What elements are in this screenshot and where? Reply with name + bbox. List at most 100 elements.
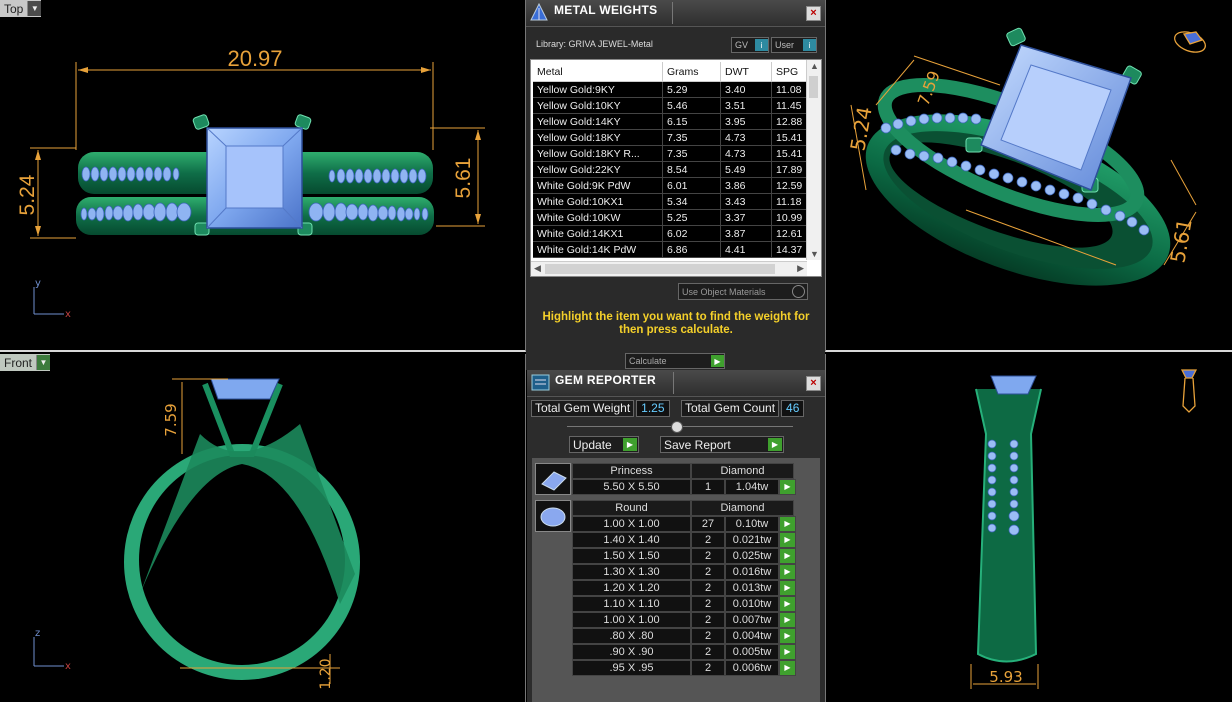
gem-size-row[interactable]: 1.30 X 1.30 2 0.016tw ▶ [572,564,796,580]
metal-row[interactable]: Yellow Gold:22KY 8.54 5.49 17.89 [533,161,817,178]
scroll-up-icon[interactable]: ▲ [810,61,819,71]
metal-row[interactable]: White Gold:9K PdW 6.01 3.86 12.59 [533,177,817,194]
metal-dwt: 4.41 [720,241,772,258]
table-header-row: Metal Grams DWT SPG [533,62,817,82]
gem-size-row[interactable]: 1.20 X 1.20 2 0.013tw ▶ [572,580,796,596]
perspective-view-drawing: 7.59 5.24 5.61 [845,27,1206,286]
metal-row[interactable]: Yellow Gold:10KY 5.46 3.51 11.45 [533,97,817,114]
viewport-perspective[interactable]: 7.59 5.24 5.61 [825,0,1232,352]
gem-weight: 1.04tw [725,479,779,495]
gem-count: 2 [691,660,725,676]
metal-table[interactable]: Metal Grams DWT SPG Yellow Gold:9KY 5.29 3… [530,59,822,277]
select-gem-icon[interactable]: ▶ [779,479,796,495]
gem-size-row[interactable]: 1.00 X 1.00 27 0.10tw ▶ [572,516,796,532]
gem-size-row[interactable]: 1.00 X 1.00 2 0.007tw ▶ [572,612,796,628]
column-header-dwt[interactable]: DWT [720,62,772,82]
select-gem-icon[interactable]: ▶ [779,580,796,596]
viewport-front[interactable]: 7.59 1.20 z x Front ▼ [0,354,526,702]
gv-select[interactable]: GV i [731,37,769,53]
viewport-top[interactable]: 20.97 5.24 5.61 y x Top ▼ [0,0,526,352]
vertical-scrollbar[interactable]: ▲ ▼ [806,60,821,260]
gem-reporter-titlebar[interactable]: GEM REPORTER × [527,370,825,397]
scroll-right-icon[interactable]: ▶ [797,263,804,274]
chevron-down-icon[interactable]: ▼ [27,1,42,16]
gem-size: 1.00 X 1.00 [572,612,691,628]
update-button[interactable]: Update ▶ [569,436,639,453]
metal-dwt: 3.43 [720,193,772,210]
metal-row[interactable]: White Gold:10KW 5.25 3.37 10.99 [533,209,817,226]
princess-gem-thumbnail[interactable] [535,463,571,495]
scroll-left-icon[interactable]: ◀ [534,263,541,274]
viewport-label-top[interactable]: Top ▼ [0,0,42,17]
scroll-thumb[interactable] [545,264,775,274]
gem-weight: 0.021tw [725,532,779,548]
use-object-materials-toggle[interactable]: Use Object Materials [678,283,808,300]
metal-weights-title: METAL WEIGHTS [554,3,658,17]
metal-row[interactable]: Yellow Gold:14KY 6.15 3.95 12.88 [533,113,817,130]
scroll-thumb[interactable] [809,76,818,98]
column-header-grams[interactable]: Grams [662,62,721,82]
save-report-label: Save Report [664,437,731,452]
select-gem-icon[interactable]: ▶ [779,628,796,644]
metal-weights-titlebar[interactable]: METAL WEIGHTS × [526,0,825,27]
gem-size-row[interactable]: .90 X .90 2 0.005tw ▶ [572,644,796,660]
radio-icon[interactable] [792,285,805,298]
select-gem-icon[interactable]: ▶ [779,596,796,612]
horizontal-scrollbar[interactable]: ◀ ▶ [531,261,807,276]
metal-name: White Gold:9K PdW [533,177,663,194]
round-gem-icon [540,507,566,527]
metal-row[interactable]: White Gold:14K PdW 6.86 4.41 14.37 [533,241,817,258]
user-label: User [775,40,795,50]
user-select[interactable]: User i [771,37,817,53]
info-icon[interactable]: i [755,39,768,51]
slider-knob[interactable] [671,421,683,433]
round-gem-thumbnail[interactable] [535,500,571,532]
metal-row[interactable]: Yellow Gold:9KY 5.29 3.40 11.08 [533,81,817,98]
gem-size-row[interactable]: 1.50 X 1.50 2 0.025tw ▶ [572,548,796,564]
gem-size-row[interactable]: .95 X .95 2 0.006tw ▶ [572,660,796,676]
select-gem-icon[interactable]: ▶ [779,612,796,628]
total-gem-weight-label: Total Gem Weight [531,400,635,417]
metal-dwt: 3.37 [720,209,772,226]
scroll-down-icon[interactable]: ▼ [810,249,819,259]
front-view-drawing: 7.59 1.20 z x [33,378,360,690]
metal-row[interactable]: Yellow Gold:18KY 7.35 4.73 15.41 [533,129,817,146]
viewport-label-front[interactable]: Front ▼ [0,354,51,371]
gem-size-row[interactable]: 5.50 X 5.50 1 1.04tw ▶ [572,479,796,495]
metal-weights-icon [530,2,548,21]
info-icon[interactable]: i [803,39,816,51]
select-gem-icon[interactable]: ▶ [779,516,796,532]
select-gem-icon[interactable]: ▶ [779,660,796,676]
metal-name: Yellow Gold:18KY [533,129,663,146]
gem-weight: 0.007tw [725,612,779,628]
gem-size-row[interactable]: 1.10 X 1.10 2 0.010tw ▶ [572,596,796,612]
column-header-metal[interactable]: Metal [533,62,663,82]
metal-name: Yellow Gold:10KY [533,97,663,114]
metal-name: Yellow Gold:22KY [533,161,663,178]
metal-dwt: 3.40 [720,81,772,98]
gem-size-row[interactable]: 1.40 X 1.40 2 0.021tw ▶ [572,532,796,548]
dimension-c: 5.61 [1165,217,1196,265]
calculate-button[interactable]: Calculate ▶ [625,353,725,369]
gv-label: GV [735,40,749,50]
select-gem-icon[interactable]: ▶ [779,532,796,548]
metal-row[interactable]: Yellow Gold:18KY R... 7.35 4.73 15.41 [533,145,817,162]
metal-weights-panel: METAL WEIGHTS × Library: GRIVA JEWEL-Met… [526,0,825,370]
save-report-button[interactable]: Save Report ▶ [660,436,784,453]
metal-row[interactable]: White Gold:10KX1 5.34 3.43 11.18 [533,193,817,210]
play-icon[interactable]: ▶ [711,355,724,367]
select-gem-icon[interactable]: ▶ [779,644,796,660]
select-gem-icon[interactable]: ▶ [779,564,796,580]
gem-size: 1.50 X 1.50 [572,548,691,564]
gem-group-header: Princess Diamond [572,463,794,479]
ring-side-icon [1180,369,1198,413]
gem-size-row[interactable]: .80 X .80 2 0.004tw ▶ [572,628,796,644]
metal-row[interactable]: White Gold:14KX1 6.02 3.87 12.61 [533,225,817,242]
size-slider[interactable] [567,421,793,433]
viewport-right[interactable]: 5.93 [825,354,1232,702]
chevron-down-icon[interactable]: ▼ [36,355,51,370]
gem-reporter-panel: GEM REPORTER × Total Gem Weight 1.25 Tot… [527,370,825,702]
select-gem-icon[interactable]: ▶ [779,548,796,564]
close-icon[interactable]: × [806,6,821,21]
close-icon[interactable]: × [806,376,821,391]
